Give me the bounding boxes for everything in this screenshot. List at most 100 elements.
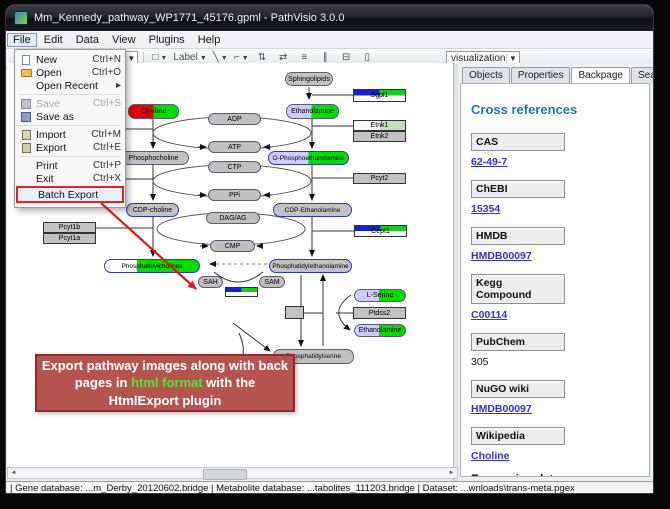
xref-link-cas[interactable]: 62-49-7 [471, 156, 507, 168]
xref-section-value: 15354 [471, 203, 639, 215]
tab-backpage[interactable]: Backpage [571, 67, 629, 83]
tab-properties[interactable]: Properties [511, 67, 571, 83]
xref-section-cas: CAS 62-49-7 [471, 133, 639, 168]
title-bar: Mm_Kennedy_pathway_WP1771_45176.gpml - P… [6, 5, 653, 31]
chevron-down-icon: ▼ [124, 54, 137, 63]
menu-shortcut: Ctrl+O [92, 67, 121, 78]
menu-shortcut: Ctrl+N [92, 54, 121, 65]
horizontal-scrollbar[interactable]: ◄ ► [7, 467, 458, 479]
annotation-line: Export pathway images along with back [37, 357, 293, 375]
xref-link-chebi[interactable]: 15354 [471, 203, 500, 215]
pathway-node-etnk2[interactable]: Etnk2 [353, 131, 406, 142]
menu-item-label: Import [36, 129, 91, 141]
pathway-node-o-phosphoethanolamine[interactable]: O-Phosphoethanolamine [268, 151, 349, 165]
pathway-node-sah[interactable]: SAH [198, 276, 223, 288]
menubar-item-help[interactable]: Help [192, 33, 227, 47]
tab-search[interactable]: Search [631, 67, 654, 83]
menu-bar: FileEditDataViewPluginsHelp [6, 31, 653, 49]
connector-tool-icon: ⌐ [234, 53, 240, 63]
menu-item-save-as[interactable]: Save as [16, 110, 124, 123]
pathway-node-ctp[interactable]: CTP [208, 161, 261, 173]
pathway-node-adp[interactable]: ADP [208, 113, 261, 125]
menu-item-label: New [36, 54, 92, 66]
submenu-arrow-icon: ▸ [116, 80, 121, 91]
pathway-node-phosphatidylcholines[interactable]: Phosphatidylcholines [104, 259, 200, 273]
scroll-left-icon[interactable]: ◄ [8, 468, 19, 478]
pathway-node-ethanolamine[interactable]: Ethanolamine [354, 324, 406, 337]
backpage-content: Cross references CAS62-49-7ChEBI15354HMD… [460, 83, 650, 477]
pathway-node-cept1[interactable]: Cept1 [354, 225, 407, 237]
pathway-node-pcyt1b[interactable]: Pcyt1b [43, 222, 96, 233]
annotation-text: with the [203, 375, 256, 390]
scrollbar-thumb[interactable] [203, 469, 247, 480]
pathway-node-ppi[interactable]: PPi [208, 189, 261, 201]
menubar-item-plugins[interactable]: Plugins [143, 33, 191, 47]
tab-objects[interactable]: Objects [462, 67, 510, 83]
menu-item-export[interactable]: ExportCtrl+E [16, 141, 124, 154]
pathway-node-sam[interactable]: SAM [259, 276, 285, 288]
pathway-node-phosphocholine[interactable]: Phosphocholine [118, 151, 189, 165]
annotation-line: HtmlExport plugin [37, 392, 293, 410]
label-tool-icon: Label [173, 53, 197, 63]
menu-item-open[interactable]: OpenCtrl+O [16, 66, 124, 79]
menubar-item-edit[interactable]: Edit [38, 33, 69, 47]
menu-item-label: Exit [36, 173, 93, 185]
menu-item-label: Print [36, 160, 93, 172]
distribute-horizontal-icon: ∥ [323, 53, 328, 63]
pathway-node-pcyt2[interactable]: Pcyt2 [353, 173, 406, 184]
xref-link-nugo-wiki[interactable]: HMDB00097 [471, 403, 532, 415]
pathway-node-atp[interactable]: ATP [208, 141, 261, 153]
import-icon [19, 130, 33, 140]
menu-shortcut: Ctrl+M [91, 129, 121, 140]
saveas-icon [21, 112, 31, 122]
pathway-node-cmp[interactable]: CMP [210, 240, 255, 252]
xref-link-kegg-compound[interactable]: C00114 [471, 309, 507, 321]
menu-item-new[interactable]: NewCtrl+N [16, 53, 124, 66]
annotation-callout: Export pathway images along with backpag… [35, 354, 295, 412]
export-icon [22, 143, 31, 153]
menu-item-label: Open [36, 67, 92, 79]
xref-section-value: C00114 [471, 309, 639, 321]
xref-link-wikipedia[interactable]: Choline [471, 450, 510, 462]
pathway-node-sphingolipids[interactable]: Sphingolipids [285, 72, 333, 86]
pathway-node[interactable] [225, 287, 258, 297]
pathway-node-sgpl1[interactable]: Sgpl1 [353, 89, 406, 102]
pathway-node-cdp-choline[interactable]: CDP-choline [126, 203, 179, 217]
xref-section-title: Kegg Compound [471, 274, 565, 304]
xref-plain-value: 305 [471, 356, 489, 368]
xref-section-wikipedia: WikipediaCholine [471, 427, 639, 462]
distribute-vertical-icon: ≡ [301, 53, 307, 63]
menu-item-save[interactable]: SaveCtrl+S [16, 97, 124, 110]
pathway-node-phosphatidylethanolamine[interactable]: Phosphatidylethanolamine [269, 259, 352, 273]
pathway-node[interactable] [285, 306, 304, 319]
chevron-down-icon: ▼ [221, 55, 228, 62]
menu-item-import[interactable]: ImportCtrl+M [16, 128, 124, 141]
xref-section-value: HMDB00097 [471, 250, 639, 262]
import-icon [22, 130, 31, 140]
pathway-node-cdp-ethanolamine[interactable]: CDP-Ethanolamine [273, 203, 352, 217]
pathway-node-etnk1[interactable]: Etnk1 [353, 120, 406, 131]
pathway-node-ptdss2[interactable]: Ptdss2 [353, 307, 406, 319]
menu-item-label: Save [36, 98, 93, 110]
xref-section-title: CAS [471, 133, 565, 151]
menu-item-open-recent[interactable]: Open Recent▸ [16, 79, 124, 92]
menu-shortcut: Ctrl+P [93, 160, 121, 171]
cross-references-heading: Cross references [471, 102, 639, 117]
scroll-right-icon[interactable]: ► [446, 468, 457, 478]
pathway-node-choline[interactable]: Choline [128, 104, 179, 119]
xref-link-hmdb[interactable]: HMDB00097 [471, 250, 532, 262]
menubar-item-data[interactable]: Data [70, 33, 105, 47]
menubar-item-view[interactable]: View [106, 33, 142, 47]
menu-item-print[interactable]: PrintCtrl+P [16, 159, 124, 172]
pathway-node-dag-ag[interactable]: DAG/AG [206, 212, 260, 224]
menubar-item-file[interactable]: File [7, 33, 37, 47]
pathway-node-pcyt1a[interactable]: Pcyt1a [43, 233, 96, 244]
pathway-node-l-serine[interactable]: L-Serine [354, 289, 406, 302]
xref-section-value: 305 [471, 356, 639, 368]
menu-item-batch-export[interactable]: Batch Export [16, 186, 124, 203]
menu-item-label: Export [36, 142, 93, 154]
pathway-node-ethanolamine[interactable]: Ethanolamine [286, 104, 339, 119]
line-tool-icon: ╲ [213, 53, 219, 63]
menu-item-exit[interactable]: ExitCtrl+X [16, 172, 124, 185]
xref-section-title: PubChem [471, 333, 565, 351]
